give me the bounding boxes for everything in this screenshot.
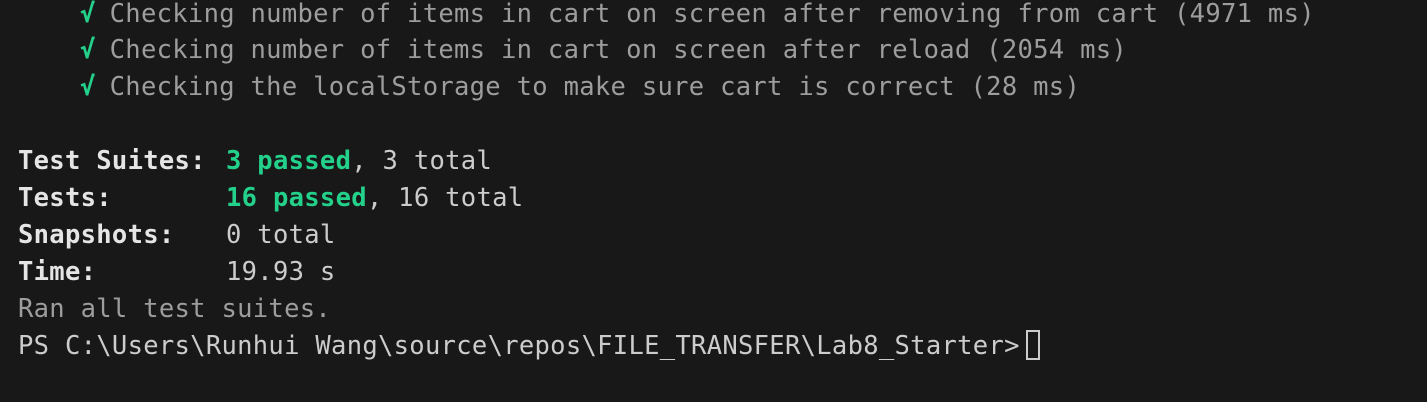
summary-suites-total: , 3 total bbox=[351, 146, 493, 176]
checkmark-icon: √ bbox=[80, 0, 96, 29]
prompt-line[interactable]: PS C:\Users\Runhui Wang\source\repos\FIL… bbox=[18, 328, 1040, 365]
summary-tests-total: , 16 total bbox=[366, 183, 524, 213]
summary-suites-label: Test Suites: bbox=[18, 146, 206, 176]
ran-all-suites-text: Ran all test suites. bbox=[18, 294, 332, 324]
shell-prompt: PS C:\Users\Runhui Wang\source\repos\FIL… bbox=[18, 331, 1020, 361]
test-result-text: Checking the localStorage to make sure c… bbox=[109, 72, 1081, 102]
summary-tests-label: Tests: bbox=[18, 183, 112, 213]
summary-tests-line: Tests: 16 passed, 16 total bbox=[18, 180, 523, 217]
summary-time-label: Time: bbox=[18, 257, 97, 287]
summary-snapshots-label: Snapshots: bbox=[18, 220, 175, 250]
test-result-line: √ Checking number of items in cart on scr… bbox=[80, 32, 1127, 69]
test-result-line: √ Checking number of items in cart on scr… bbox=[80, 0, 1315, 33]
test-result-line: √ Checking the localStorage to make sure … bbox=[80, 69, 1080, 106]
summary-snapshots-line: Snapshots: 0 total bbox=[18, 217, 336, 254]
text-cursor[interactable] bbox=[1025, 330, 1040, 360]
summary-time-value: 19.93 s bbox=[226, 257, 336, 287]
terminal-panel[interactable]: √ Checking number of items in cart on scr… bbox=[0, 0, 1427, 402]
summary-time-line: Time: 19.93 s bbox=[18, 254, 336, 291]
test-result-text: Checking number of items in cart on scre… bbox=[109, 0, 1315, 29]
summary-suites-line: Test Suites: 3 passed, 3 total bbox=[18, 143, 492, 180]
checkmark-icon: √ bbox=[80, 72, 96, 102]
summary-suites-passed: 3 passed bbox=[226, 146, 352, 176]
test-result-text: Checking number of items in cart on scre… bbox=[109, 35, 1128, 65]
checkmark-icon: √ bbox=[80, 35, 96, 65]
summary-snapshots-value: 0 total bbox=[226, 220, 336, 250]
summary-tests-passed: 16 passed bbox=[226, 183, 367, 213]
